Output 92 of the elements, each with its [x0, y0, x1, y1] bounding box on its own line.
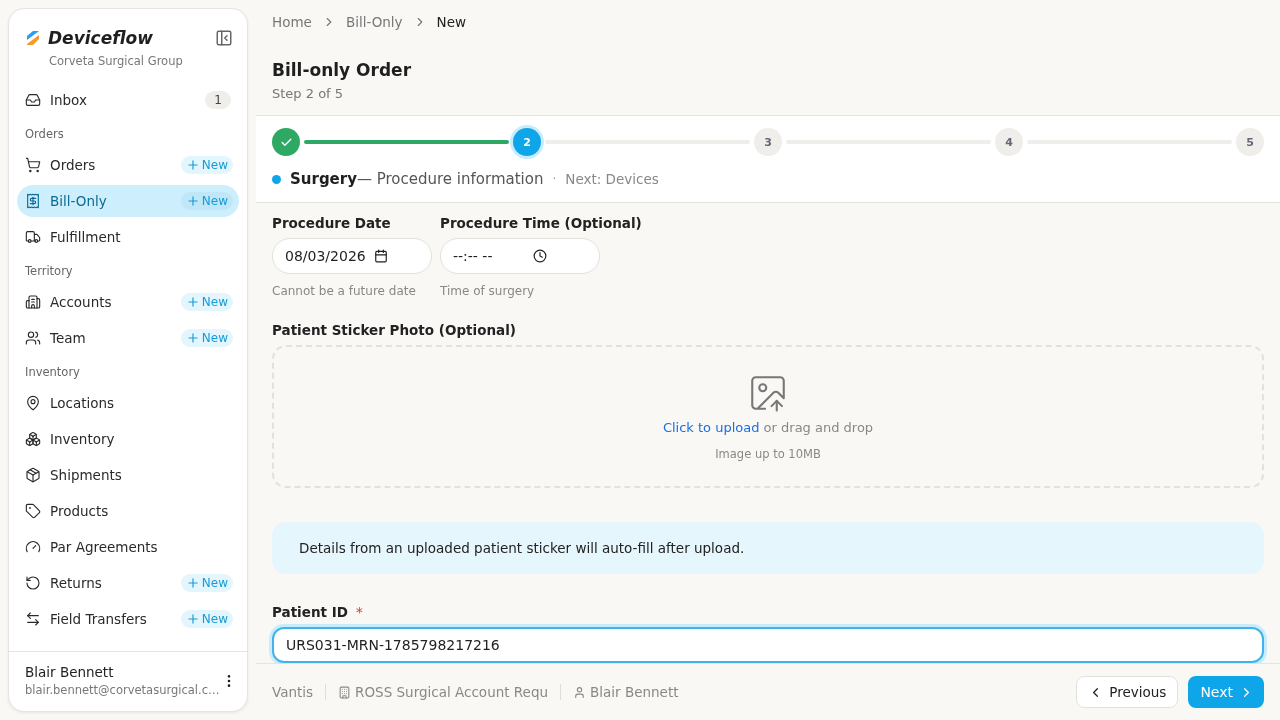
- separator: ·: [552, 172, 557, 186]
- clock-icon: [533, 249, 547, 263]
- status-dot: [272, 174, 281, 184]
- breadcrumb-link[interactable]: Bill-Only: [345, 14, 403, 30]
- nav-item-label: Bill-Only: [50, 193, 108, 209]
- step-title: Surgery: [290, 170, 357, 188]
- nav-item-label: Returns: [50, 575, 103, 591]
- nav-item-label: Products: [50, 503, 110, 519]
- count-badge: 1: [205, 91, 231, 109]
- rotate-icon: [25, 575, 41, 591]
- nav-item-label: Orders: [50, 157, 97, 173]
- field-label: Patient Sticker Photo (Optional): [272, 322, 517, 338]
- upload-dropzone[interactable]: Click to upload or drag and drop Image up to 10MB: [272, 345, 1264, 488]
- plus-icon: [185, 576, 200, 590]
- nav-item-label: Team: [50, 330, 87, 346]
- truck-icon: [25, 229, 41, 245]
- user-name: Blair Bennett: [25, 664, 115, 680]
- nav-item[interactable]: Bill-Only New: [17, 185, 239, 217]
- upload-hint: Image up to 10MB: [715, 447, 821, 461]
- step-indicator: 3: [754, 128, 782, 156]
- boxes-icon: [25, 431, 41, 447]
- nav-item-label: Inventory: [50, 431, 116, 447]
- rep-name: Blair Bennett: [590, 684, 679, 700]
- plus-icon: [185, 295, 200, 309]
- page-subtitle: Step 2 of 5: [272, 86, 345, 101]
- breadcrumb-link[interactable]: New: [436, 14, 466, 30]
- upload-instructions: Click to upload or drag and drop: [662, 420, 874, 435]
- upload-link[interactable]: Click to upload: [662, 420, 760, 435]
- plus-icon: [185, 331, 200, 345]
- nav-item-label: Par Agreements: [50, 539, 159, 555]
- field-hint: Time of surgery: [440, 284, 536, 298]
- nav-item[interactable]: Field Transfers New: [17, 603, 239, 635]
- building-icon: [25, 294, 41, 310]
- collapse-sidebar-icon[interactable]: [215, 29, 233, 47]
- plus-icon: [185, 158, 200, 172]
- gauge-icon: [25, 539, 41, 555]
- tag-icon: [25, 503, 41, 519]
- nav-item[interactable]: Team New: [17, 322, 239, 354]
- field-hint: Cannot be a future date: [272, 284, 417, 298]
- nav-item-label: Accounts: [50, 294, 113, 310]
- next-step-label: Next: Devices: [565, 171, 659, 187]
- step-description: — Procedure information: [356, 170, 544, 188]
- nav-item-label: Fulfillment: [50, 229, 122, 245]
- page-title: Bill-only Order: [272, 60, 413, 80]
- previous-button[interactable]: Previous: [1076, 676, 1179, 708]
- logo-icon: [25, 30, 41, 46]
- patient-id-field[interactable]: URS031-MRN-1785798217216: [272, 627, 1264, 663]
- required-mark: *: [355, 604, 363, 620]
- nav-item[interactable]: Locations: [17, 387, 239, 419]
- plus-icon: [185, 612, 200, 626]
- inbox-icon: [25, 92, 41, 108]
- field-label: Procedure Time (Optional): [440, 215, 642, 231]
- vendor-name: Vantis: [272, 684, 314, 700]
- date-field[interactable]: 08/03/2026: [272, 238, 432, 274]
- nav-item-label: Shipments: [50, 467, 123, 483]
- organization-name: Corveta Surgical Group: [48, 53, 184, 70]
- plus-icon: [185, 194, 200, 208]
- cart-icon: [25, 157, 41, 173]
- calendar-icon: [373, 249, 388, 263]
- nav-item-label: Field Transfers: [50, 611, 148, 627]
- arrows-icon: [25, 611, 41, 627]
- nav-section-heading: Orders: [24, 126, 65, 143]
- info-banner: Details from an uploaded patient sticker will auto-fill after upload.: [272, 522, 1264, 574]
- user-email: blair.bennett@corvetasurgical.c…: [25, 683, 221, 697]
- receipt-icon: [25, 193, 41, 209]
- nav-section-heading: Territory: [24, 263, 74, 280]
- nav-item[interactable]: Orders New: [17, 149, 239, 181]
- people-icon: [25, 330, 41, 346]
- nav-item[interactable]: Accounts New: [17, 286, 239, 318]
- nav-item[interactable]: Shipments: [17, 459, 239, 491]
- field-label: Procedure Date: [272, 215, 392, 231]
- nav-item[interactable]: Products: [17, 495, 239, 527]
- nav-item[interactable]: Returns New: [17, 567, 239, 599]
- step-indicator: 5: [1236, 128, 1264, 156]
- account-name: ROSS Surgical Account Requ: [355, 684, 549, 700]
- user-icon: [573, 685, 587, 699]
- step-indicator: 2: [513, 128, 541, 156]
- building-icon: [338, 685, 352, 699]
- pin-icon: [25, 395, 41, 411]
- brand-name: Deviceflow: [48, 28, 154, 48]
- nav-item[interactable]: Inbox 1: [17, 84, 239, 116]
- nav-item[interactable]: Fulfillment: [17, 221, 239, 253]
- breadcrumb-link[interactable]: Home: [272, 14, 312, 30]
- nav-item-label: Inbox: [50, 92, 88, 108]
- field-label: Patient ID: [272, 604, 348, 620]
- nav-item-label: Locations: [50, 395, 116, 411]
- nav-section-heading: Inventory: [24, 364, 81, 381]
- time-field[interactable]: --:-- --: [440, 238, 600, 274]
- package-icon: [25, 467, 41, 483]
- nav-item[interactable]: Par Agreements: [17, 531, 239, 563]
- nav-item[interactable]: Inventory: [17, 423, 239, 455]
- step-indicator: 4: [995, 128, 1023, 156]
